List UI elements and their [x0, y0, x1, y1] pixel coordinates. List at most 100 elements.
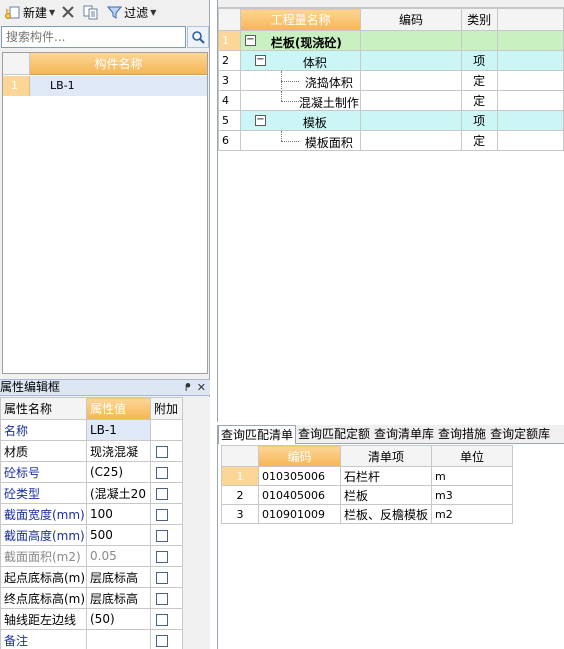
quantity-name-cell: 模板面积: [239, 130, 362, 151]
tab-quota-library[interactable]: 查询定额库: [488, 425, 552, 444]
property-value[interactable]: 层底标高: [86, 587, 151, 609]
property-attach-cell: [150, 566, 183, 588]
row-number: 1: [3, 76, 30, 96]
component-list-header: 构件名称: [3, 53, 207, 75]
chevron-down-icon: ▼: [150, 7, 157, 17]
property-value[interactable]: (C25): [86, 461, 151, 483]
property-attach-cell: [150, 587, 183, 609]
attach-checkbox[interactable]: [156, 508, 168, 521]
column-header-quantity-name[interactable]: 工程量名称: [239, 8, 362, 31]
property-value[interactable]: (混凝土20: [86, 482, 151, 504]
bill-unit: m3: [431, 485, 514, 505]
filter-icon: [107, 6, 123, 19]
property-value[interactable]: 100: [86, 503, 151, 525]
quantity-type: 项: [460, 50, 498, 71]
property-name: 起点底标高(m): [0, 566, 87, 588]
property-value[interactable]: (50): [86, 608, 151, 630]
attach-checkbox[interactable]: [156, 445, 168, 458]
collapse-icon[interactable]: −: [254, 115, 266, 126]
property-row[interactable]: 材质 现浇混凝: [0, 440, 183, 462]
filter-button[interactable]: 过滤 ▼: [105, 2, 158, 22]
copy-button[interactable]: [81, 2, 103, 22]
collapse-icon[interactable]: −: [244, 35, 256, 46]
attach-checkbox[interactable]: [156, 487, 168, 500]
bill-item: 石栏杆: [339, 466, 433, 486]
attach-checkbox[interactable]: [156, 550, 168, 563]
tree-line: [280, 81, 299, 82]
property-row[interactable]: 砼标号 (C25): [0, 461, 183, 483]
row-number: 1: [221, 466, 259, 486]
search-button[interactable]: [187, 26, 209, 48]
row-number: 2: [221, 485, 259, 505]
row-filler: [496, 50, 564, 71]
property-row[interactable]: 截面高度(mm) 500: [0, 524, 183, 546]
table-row[interactable]: 6 模板面积 定: [218, 130, 564, 151]
collapse-icon[interactable]: −: [254, 55, 266, 66]
property-row[interactable]: 砼类型 (混凝土20: [0, 482, 183, 504]
property-row[interactable]: 截面宽度(mm) 100: [0, 503, 183, 525]
attach-checkbox[interactable]: [156, 613, 168, 626]
attach-checkbox[interactable]: [156, 466, 168, 479]
quantity-code[interactable]: [360, 110, 462, 131]
search-input[interactable]: [1, 26, 186, 48]
table-row[interactable]: 1 − 栏板(现浇砼): [218, 30, 564, 51]
quantity-name: 模板面积: [304, 136, 353, 150]
property-row[interactable]: 终点底标高(m) 层底标高: [0, 587, 183, 609]
property-row[interactable]: 名称 LB-1: [0, 419, 183, 441]
column-header-component-name[interactable]: 构件名称: [30, 53, 207, 75]
property-value[interactable]: 层底标高: [86, 566, 151, 588]
quantity-type: 定: [460, 130, 498, 151]
attach-checkbox[interactable]: [156, 592, 168, 605]
column-header-attach[interactable]: 附加: [150, 397, 183, 420]
table-row[interactable]: 5 − 模板 项: [218, 110, 564, 131]
delete-button[interactable]: [59, 2, 79, 22]
pin-icon[interactable]: ᖰ: [185, 380, 191, 395]
quantity-code[interactable]: [360, 50, 462, 71]
tree-line: [280, 91, 282, 101]
attach-checkbox[interactable]: [156, 571, 168, 584]
quantity-code[interactable]: [360, 30, 462, 51]
list-item[interactable]: 1 LB-1: [3, 76, 207, 96]
property-name: 终点底标高(m): [0, 587, 87, 609]
quantity-code[interactable]: [360, 90, 462, 111]
property-row[interactable]: 备注: [0, 629, 183, 649]
new-button[interactable]: 新建 ▼: [3, 2, 57, 22]
quantity-code[interactable]: [360, 70, 462, 91]
column-header-property-name[interactable]: 属性名称: [0, 397, 87, 420]
attach-checkbox[interactable]: [156, 529, 168, 542]
column-header-code[interactable]: 编码: [360, 8, 462, 31]
table-row[interactable]: 3 010901009 栏板、反檐模板 m2: [221, 504, 514, 524]
column-header-code[interactable]: 编码: [258, 445, 341, 467]
property-row[interactable]: 起点底标高(m) 层底标高: [0, 566, 183, 588]
property-value[interactable]: 500: [86, 524, 151, 546]
property-row[interactable]: 截面面积(m2) 0.05: [0, 545, 183, 567]
column-header-type[interactable]: 类别: [460, 8, 498, 31]
property-attach-cell: [150, 482, 183, 504]
column-header-bill-item[interactable]: 清单项: [339, 445, 433, 467]
quantity-code[interactable]: [360, 130, 462, 151]
close-icon[interactable]: ✕: [197, 380, 206, 395]
table-row[interactable]: 4 混凝土制作 定: [218, 90, 564, 111]
row-number: 2: [218, 50, 241, 71]
column-header-unit[interactable]: 单位: [431, 445, 514, 467]
table-row[interactable]: 3 浇捣体积 定: [218, 70, 564, 91]
attach-checkbox[interactable]: [156, 634, 168, 647]
quantity-name-cell: − 栏板(现浇砼): [239, 30, 362, 51]
table-row[interactable]: 2 − 体积 项: [218, 50, 564, 71]
property-attach-cell: [150, 461, 183, 483]
property-value[interactable]: 现浇混凝: [86, 440, 151, 462]
column-header-property-value[interactable]: 属性值: [86, 397, 151, 420]
table-row[interactable]: 1 010305006 石栏杆 m: [221, 466, 514, 486]
tab-measures[interactable]: 查询措施: [436, 425, 488, 444]
quantity-type: 定: [460, 70, 498, 91]
tab-match-bill[interactable]: 查询匹配清单: [218, 425, 297, 444]
property-row[interactable]: 轴线距左边线 (50): [0, 608, 183, 630]
property-value[interactable]: [86, 629, 151, 649]
quantity-toolbar: [218, 0, 564, 8]
property-value[interactable]: LB-1: [86, 419, 151, 441]
table-row[interactable]: 2 010405006 栏板 m3: [221, 485, 514, 505]
tab-match-quota[interactable]: 查询匹配定额: [296, 425, 372, 444]
property-attach-cell: [150, 545, 183, 567]
quantity-type: 定: [460, 90, 498, 111]
tab-bill-library[interactable]: 查询清单库: [372, 425, 436, 444]
